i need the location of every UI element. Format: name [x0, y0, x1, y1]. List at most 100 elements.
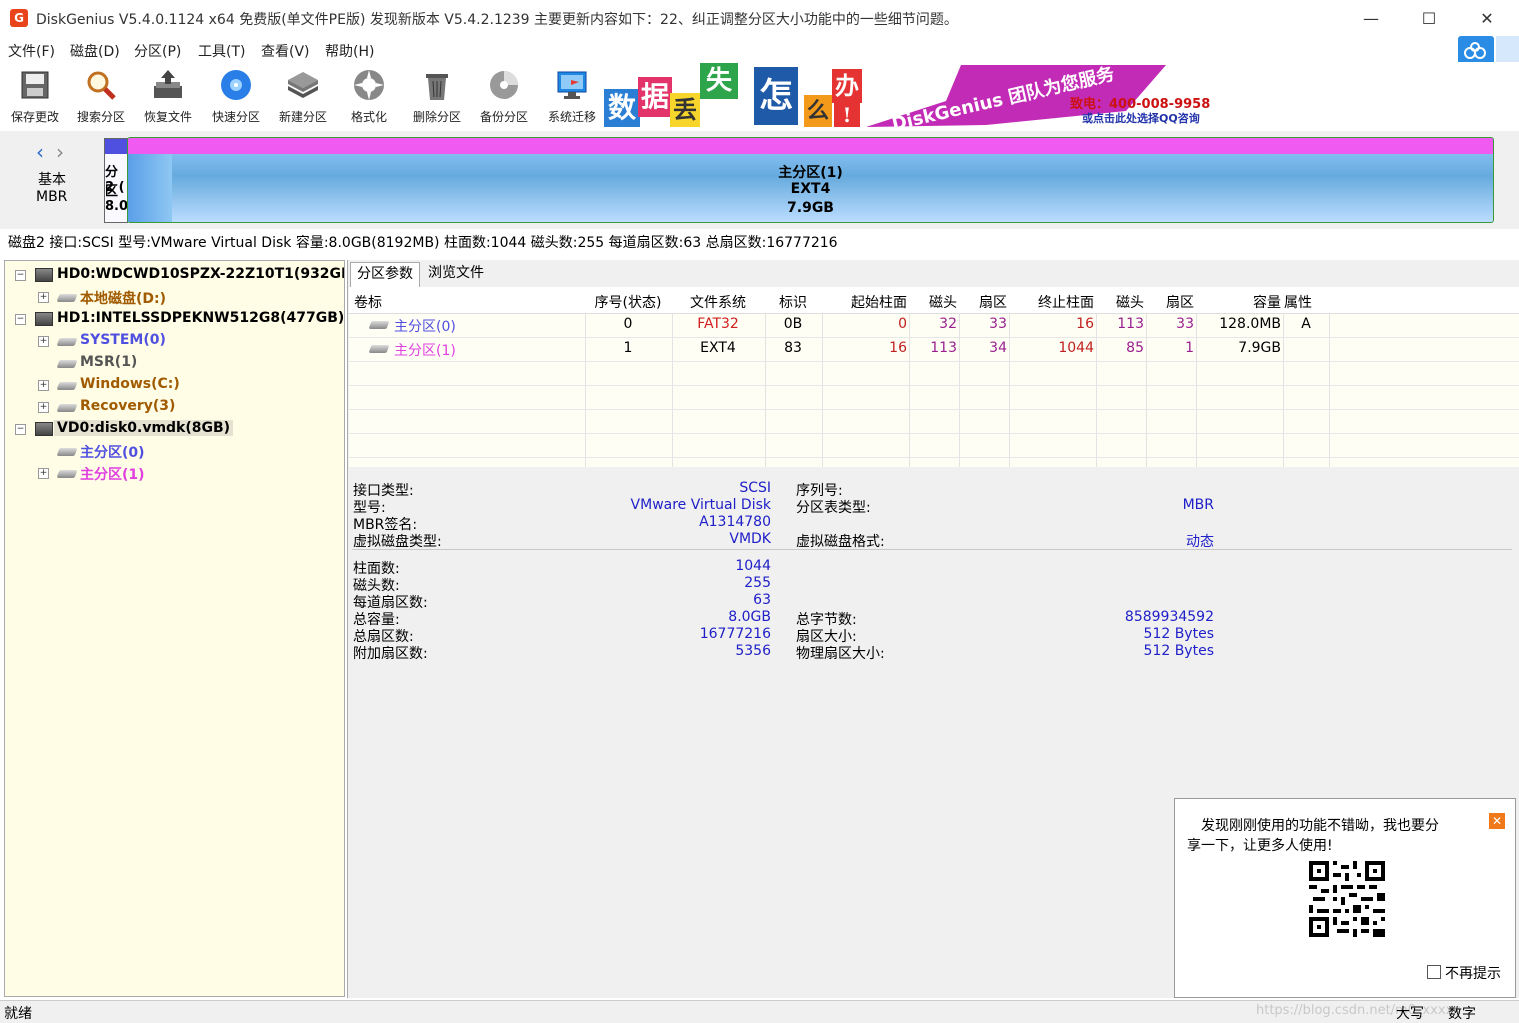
delete-icon	[426, 74, 448, 100]
num-lock-indicator: 数字	[1448, 1006, 1476, 1022]
new-partition-icon	[288, 72, 318, 98]
disk-type-label: 基本	[38, 172, 66, 188]
tree-partition-node[interactable]: + Windows(C:)	[5, 375, 340, 395]
row-divider	[349, 409, 1519, 410]
collapse-icon[interactable]: −	[15, 424, 26, 435]
toolbar-recover-button[interactable]: 恢复文件	[135, 64, 201, 128]
partition-icon	[56, 360, 78, 368]
column-header[interactable]: 标识	[766, 292, 820, 312]
expand-icon[interactable]: +	[38, 468, 49, 479]
menu-file[interactable]: 文件(F)	[8, 41, 55, 61]
table-cell: 0B	[783, 316, 803, 332]
maximize-button[interactable]: ☐	[1400, 0, 1458, 38]
detail-value: MBR	[1182, 497, 1214, 513]
table-cell: 7.9GB	[1238, 340, 1281, 356]
expand-icon[interactable]: +	[38, 336, 49, 347]
collapse-icon[interactable]: −	[15, 314, 26, 325]
recover-icon	[154, 70, 182, 98]
menu-tools[interactable]: 工具(T)	[198, 41, 245, 61]
partition-block-1[interactable]: 主分区(1) EXT4 7.9GB	[127, 137, 1494, 223]
expand-icon[interactable]: +	[38, 402, 49, 413]
toolbar-format-button[interactable]: 格式化	[336, 64, 402, 128]
partition-block-1-size: 7.9GB	[787, 200, 834, 216]
column-header[interactable]: 扇区	[1147, 292, 1194, 312]
table-cell: 主分区(1)	[394, 343, 456, 359]
popup-close-icon[interactable]: ✕	[1489, 813, 1505, 829]
promo-banner[interactable]: 数 据 丢 失 怎 么 办 ! DiskGenius 团队为您服务 致电：400…	[604, 63, 1216, 127]
table-cell: 33	[989, 316, 1007, 332]
column-header[interactable]: 扇区	[960, 292, 1007, 312]
partition-block-1-name: 主分区(1)	[778, 165, 843, 181]
table-cell: 0	[898, 316, 907, 332]
popup-text-line1: 发现刚刚使用的功能不错呦，我也要分	[1201, 818, 1439, 834]
column-header[interactable]: 磁头	[910, 292, 957, 312]
tree-partition-node[interactable]: + Recovery(3)	[5, 397, 340, 417]
toolbar-quick-partition-button[interactable]: 快速分区	[203, 64, 269, 128]
disk-tree[interactable]: − HD0:WDCWD10SPZX-22Z10T1(932GB) + 本地磁盘(D:)…	[4, 260, 345, 997]
expand-icon[interactable]: +	[38, 380, 49, 391]
dont-show-again-label: 不再提示	[1445, 966, 1501, 982]
detail-value: 512 Bytes	[1143, 626, 1214, 642]
table-cell: 主分区(0)	[394, 319, 456, 335]
partition-block-0-size: 8.0	[105, 199, 128, 214]
menu-view[interactable]: 查看(V)	[261, 41, 310, 61]
table-cell: 1044	[1058, 340, 1094, 356]
column-header[interactable]: 磁头	[1097, 292, 1144, 312]
tree-partition-node[interactable]: + 本地磁盘(D:)	[5, 287, 340, 307]
column-header[interactable]: 终止柱面	[1010, 292, 1094, 312]
disk-icon	[35, 268, 53, 282]
tree-node-label: HD1:INTELSSDPEKNW512G8(477GB)	[57, 310, 345, 326]
collapse-icon[interactable]: −	[15, 270, 26, 281]
partition-icon	[56, 448, 78, 456]
save-icon	[21, 71, 49, 99]
table-cell: 1	[623, 340, 633, 356]
column-header[interactable]: 文件系统	[673, 292, 763, 312]
column-header[interactable]: 起始柱面	[823, 292, 907, 312]
tab-partition-params[interactable]: 分区参数	[350, 262, 420, 287]
toolbar-search-partition-button[interactable]: 搜索分区	[68, 64, 134, 128]
tab-browse-files[interactable]: 浏览文件	[422, 262, 490, 286]
partition-icon	[56, 470, 78, 478]
tree-disk-node[interactable]: − HD0:WDCWD10SPZX-22Z10T1(932GB)	[5, 265, 344, 285]
next-disk-arrow-icon[interactable]: ›	[56, 140, 64, 164]
banner-char: 据	[638, 77, 672, 117]
menu-help[interactable]: 帮助(H)	[325, 41, 374, 61]
partition-block-0-fs: 2 (	[105, 180, 125, 195]
partition-block-0[interactable]: 分区 2 ( 8.0	[104, 138, 128, 223]
table-cell: 34	[989, 340, 1007, 356]
close-button[interactable]: ✕	[1458, 0, 1516, 38]
tree-partition-node[interactable]: MSR(1)	[5, 353, 340, 373]
menu-disk[interactable]: 磁盘(D)	[70, 41, 120, 61]
partition-icon	[56, 294, 78, 302]
qr-code-icon	[1309, 861, 1385, 937]
detail-value: 1044	[735, 558, 771, 574]
table-cell: 83	[784, 340, 802, 356]
column-header[interactable]: 序号(状态)	[586, 292, 670, 312]
toolbar-backup-partition-button[interactable]: 备份分区	[471, 64, 537, 128]
column-header[interactable]: 属性	[1284, 292, 1328, 312]
caps-lock-indicator: 大写	[1396, 1006, 1424, 1022]
toolbar-save-button[interactable]: 保存更改	[2, 64, 68, 128]
tree-partition-node[interactable]: + SYSTEM(0)	[5, 331, 340, 351]
tree-partition-node[interactable]: + 主分区(1)	[5, 463, 340, 483]
table-cell: 113	[930, 340, 957, 356]
partition-block-1-fs: EXT4	[790, 181, 831, 197]
menu-partition[interactable]: 分区(P)	[134, 41, 181, 61]
detail-label: 分区表类型:	[796, 500, 871, 516]
tree-disk-node[interactable]: − VD0:disk0.vmdk(8GB)	[5, 419, 340, 439]
table-cell: 85	[1126, 340, 1144, 356]
toolbar-new-partition-button[interactable]: 新建分区	[270, 64, 336, 128]
column-header[interactable]: 卷标	[354, 292, 582, 312]
banner-qq-link[interactable]: 或点击此处选择QQ咨询	[1082, 110, 1200, 126]
row-divider	[349, 361, 1519, 362]
dont-show-again-checkbox[interactable]	[1427, 965, 1441, 979]
minimize-button[interactable]: —	[1342, 0, 1400, 38]
tree-disk-node[interactable]: − HD1:INTELSSDPEKNW512G8(477GB)	[5, 309, 344, 329]
table-cell: 33	[1176, 316, 1194, 332]
toolbar-delete-partition-button[interactable]: 删除分区	[404, 64, 470, 128]
prev-disk-arrow-icon[interactable]: ‹	[36, 140, 44, 164]
tree-partition-node[interactable]: 主分区(0)	[5, 441, 340, 461]
expand-icon[interactable]: +	[38, 292, 49, 303]
column-header[interactable]: 容量	[1197, 292, 1281, 312]
toolbar-system-migrate-button[interactable]: 系统迁移	[539, 64, 605, 128]
